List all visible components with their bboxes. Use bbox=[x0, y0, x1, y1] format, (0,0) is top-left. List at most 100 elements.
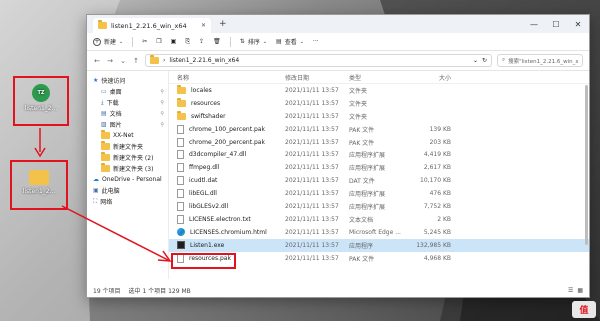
table-row[interactable]: locales 2021/11/11 13:57 文件夹 bbox=[169, 84, 589, 97]
table-row[interactable]: libGLESv2.dll 2021/11/11 13:57 应用程序扩展 7,752… bbox=[169, 200, 589, 213]
sidebar-item-label: 快速访问 bbox=[101, 78, 126, 85]
delete-icon[interactable]: 🗑 bbox=[213, 38, 221, 45]
refresh-icon[interactable]: ↻ bbox=[482, 57, 487, 64]
file-name-cell: chrome_200_percent.pak bbox=[169, 137, 285, 147]
chevron-down-icon[interactable]: ⌄ bbox=[119, 57, 127, 65]
table-row[interactable]: d3dcompiler_47.dll 2021/11/11 13:57 应用程序扩展… bbox=[169, 148, 589, 161]
sidebar-item[interactable]: XX-Net bbox=[87, 130, 168, 141]
chevron-down-icon[interactable]: ⌄ bbox=[473, 57, 478, 64]
arrow-right-icon bbox=[61, 205, 172, 262]
rename-icon[interactable]: ⎘ bbox=[185, 38, 190, 46]
file-name-cell: LICENSES.chromium.html bbox=[169, 228, 285, 237]
minimize-button[interactable]: — bbox=[523, 15, 545, 33]
download-icon: ⤓ bbox=[101, 98, 104, 106]
folder-icon bbox=[101, 163, 110, 172]
sidebar-item[interactable]: ★ 快速访问 bbox=[87, 75, 168, 86]
sidebar-item[interactable]: ▤ 文档 ⚲ bbox=[87, 108, 168, 119]
folder-icon bbox=[101, 130, 110, 139]
view-button[interactable]: ▤ 查看 ⌄ bbox=[276, 37, 304, 46]
column-header: 名称 修改日期 类型 大小 bbox=[169, 71, 589, 84]
file-type: 应用程序 bbox=[349, 242, 374, 250]
file-type: Microsoft Edge ... bbox=[349, 228, 401, 236]
share-icon[interactable]: ⇪ bbox=[199, 38, 204, 45]
sidebar-item[interactable]: ⤓ 下载 ⚲ bbox=[87, 97, 168, 108]
tiles-view-icon[interactable]: ▦ bbox=[577, 287, 583, 294]
new-tab-button[interactable]: + bbox=[219, 19, 227, 29]
column-name[interactable]: 名称 bbox=[169, 73, 285, 82]
file-type: PAK 文件 bbox=[349, 255, 375, 263]
table-row[interactable]: icudtl.dat 2021/11/11 13:57 DAT 文件 10,170 K… bbox=[169, 174, 589, 187]
sort-button[interactable]: ⇅ 排序 ⌄ bbox=[240, 37, 267, 46]
search-icon: ⌕ bbox=[502, 57, 506, 63]
selection-info: 选中 1 个项目 129 MB bbox=[128, 287, 191, 295]
address-bar[interactable]: › listen1_2.21.6_win_x64 ⌄ ↻ bbox=[145, 54, 492, 67]
desktop-folder-icon[interactable]: listen1_2... bbox=[12, 170, 66, 195]
back-arrow-icon[interactable]: ← bbox=[93, 57, 101, 65]
desktop-app-icon[interactable]: TZ listen1_2... bbox=[14, 84, 68, 112]
column-type[interactable]: 类型 bbox=[349, 73, 409, 82]
file-size: 7,752 KB bbox=[423, 202, 451, 210]
sidebar-item-label: XX-Net bbox=[113, 132, 134, 139]
forward-arrow-icon[interactable]: → bbox=[106, 57, 114, 65]
table-row[interactable]: LICENSE.electron.txt 2021/11/11 13:57 文本文档… bbox=[169, 213, 589, 226]
cut-icon[interactable]: ✂ bbox=[142, 38, 147, 45]
close-button[interactable]: ✕ bbox=[567, 15, 589, 33]
up-arrow-icon[interactable]: ↑ bbox=[132, 57, 140, 65]
breadcrumb[interactable]: listen1_2.21.6_win_x64 bbox=[169, 57, 239, 64]
folder-icon bbox=[29, 170, 49, 185]
new-button-label: 新建 bbox=[104, 39, 117, 46]
folder-icon bbox=[177, 97, 186, 107]
chevron-down-icon: ⌄ bbox=[119, 38, 124, 45]
pin-icon: ⚲ bbox=[160, 121, 164, 128]
file-type: PAK 文件 bbox=[349, 139, 375, 147]
column-date[interactable]: 修改日期 bbox=[285, 73, 349, 82]
sidebar-item[interactable]: ▨ 图片 ⚲ bbox=[87, 119, 168, 130]
tab-title: listen1_2.21.6_win_x64 bbox=[111, 21, 187, 30]
file-date: 2021/11/11 13:57 bbox=[285, 86, 339, 94]
file-date: 2021/11/11 13:57 bbox=[285, 254, 339, 262]
file-name: libGLESv2.dll bbox=[189, 202, 229, 210]
file-date: 2021/11/11 13:57 bbox=[285, 228, 339, 236]
tab-close-icon[interactable]: ✕ bbox=[201, 22, 206, 29]
table-row[interactable]: resources 2021/11/11 13:57 文件夹 bbox=[169, 97, 589, 110]
file-icon bbox=[177, 189, 184, 199]
tab-listen1[interactable]: listen1_2.21.6_win_x64 ✕ bbox=[93, 18, 211, 33]
file-type: 应用程序扩展 bbox=[349, 191, 386, 199]
details-view-icon[interactable]: ☰ bbox=[568, 287, 573, 294]
more-options-button[interactable]: ··· bbox=[313, 38, 319, 45]
view-button-label: 查看 bbox=[284, 39, 297, 46]
paste-icon[interactable]: ▣ bbox=[171, 38, 177, 45]
file-name-cell: resources bbox=[169, 97, 285, 107]
column-size[interactable]: 大小 bbox=[409, 73, 457, 82]
sidebar-item[interactable]: 新建文件夹 (3) bbox=[87, 163, 168, 174]
maximize-button[interactable]: ☐ bbox=[545, 15, 567, 33]
file-date: 2021/11/11 13:57 bbox=[285, 151, 339, 159]
table-row[interactable]: LICENSES.chromium.html 2021/11/11 13:57 Mi… bbox=[169, 226, 589, 239]
search-input[interactable]: ⌕ 搜索"listen1_2.21.6_win_x6... bbox=[497, 54, 583, 67]
file-type: 文件夹 bbox=[349, 100, 368, 108]
copy-icon[interactable]: ❐ bbox=[156, 38, 161, 45]
sidebar-item[interactable]: ▣ 此电脑 bbox=[87, 185, 168, 196]
status-bar: 19 个项目 选中 1 个项目 129 MB ☰ ▦ bbox=[87, 283, 589, 297]
sidebar-item[interactable]: 新建文件夹 bbox=[87, 141, 168, 152]
sidebar-item[interactable]: 新建文件夹 (2) bbox=[87, 152, 168, 163]
file-name-cell: d3dcompiler_47.dll bbox=[169, 150, 285, 160]
table-row[interactable]: ffmpeg.dll 2021/11/11 13:57 应用程序扩展 2,617 KB bbox=[169, 161, 589, 174]
highlight-exe-row bbox=[171, 253, 236, 269]
star-icon: ★ bbox=[93, 77, 99, 84]
new-button[interactable]: + 新建 ⌄ bbox=[93, 37, 123, 46]
sidebar-item[interactable]: ☁ OneDrive - Personal bbox=[87, 174, 168, 185]
table-row[interactable]: swiftshader 2021/11/11 13:57 文件夹 bbox=[169, 110, 589, 123]
table-row[interactable]: chrome_100_percent.pak 2021/11/11 13:57 PA… bbox=[169, 123, 589, 136]
sidebar-item-label: 新建文件夹 (3) bbox=[113, 166, 154, 173]
file-size: 203 KB bbox=[429, 138, 451, 146]
file-name: Listen1.exe bbox=[190, 241, 225, 249]
scrollbar[interactable] bbox=[585, 85, 588, 245]
table-row[interactable]: Listen1.exe 2021/11/11 13:57 应用程序 132,985 K… bbox=[169, 238, 589, 252]
folder-icon bbox=[98, 20, 107, 29]
table-row[interactable]: chrome_200_percent.pak 2021/11/11 13:57 PA… bbox=[169, 136, 589, 149]
folder-icon-label: listen1_2... bbox=[22, 188, 56, 195]
file-type: DAT 文件 bbox=[349, 178, 375, 186]
table-row[interactable]: libEGL.dll 2021/11/11 13:57 应用程序扩展 476 KB bbox=[169, 187, 589, 200]
sidebar-item[interactable]: ▭ 桌面 ⚲ bbox=[87, 86, 168, 97]
